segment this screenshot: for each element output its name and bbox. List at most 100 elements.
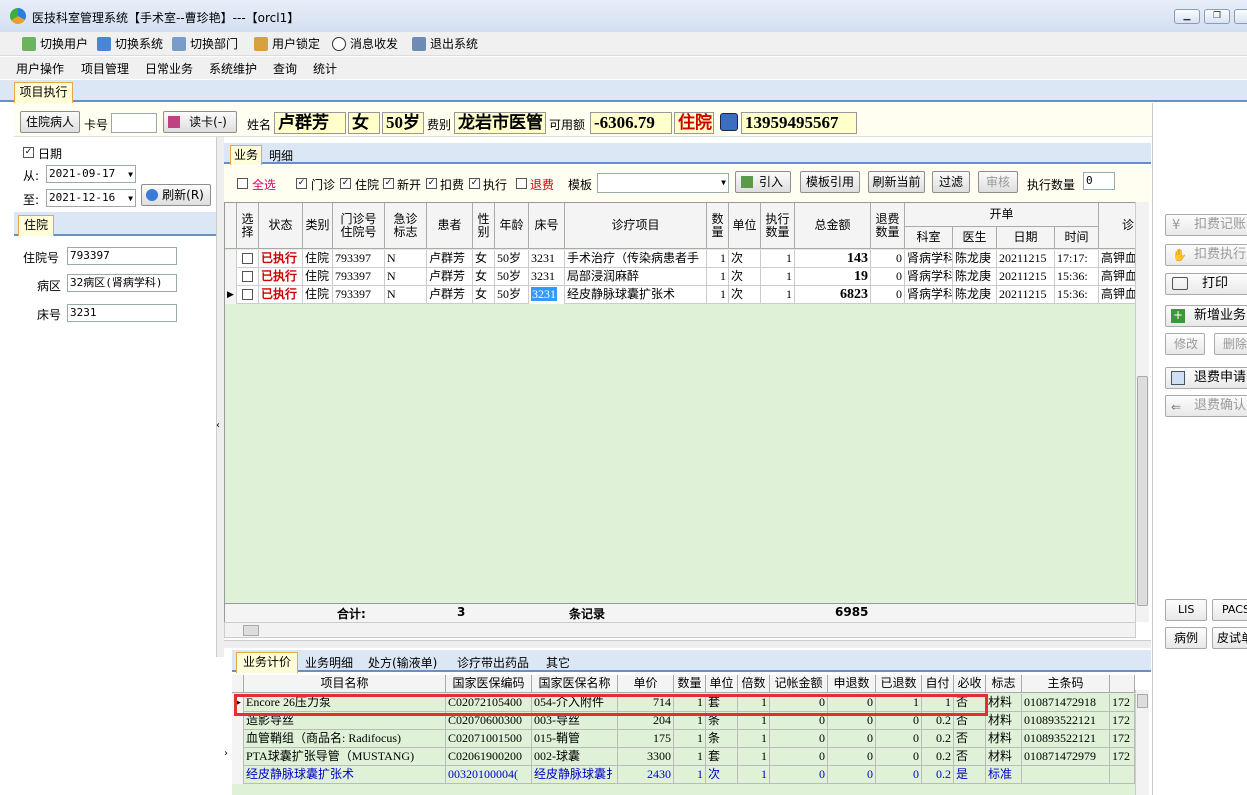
grid-horizontal-scrollbar[interactable] bbox=[224, 622, 1136, 638]
refresh-button[interactable]: 刷新(R) bbox=[141, 184, 211, 206]
refresh-current-button[interactable]: 刷新当前 bbox=[868, 171, 925, 193]
tab-business-detail[interactable]: 业务明细 bbox=[305, 654, 353, 671]
new-checkbox[interactable]: ✓ bbox=[383, 178, 394, 189]
minimize-button[interactable]: ▁ bbox=[1174, 9, 1200, 24]
pricing-row[interactable]: PTA球囊扩张导管（MUSTANG) C02061900200 002-球囊 3300… bbox=[232, 748, 1135, 766]
row-select-checkbox[interactable] bbox=[242, 253, 253, 264]
tab-prescription[interactable]: 处方(输液单) bbox=[368, 654, 437, 671]
delete-button[interactable]: 删除 bbox=[1214, 333, 1247, 355]
business-grid: 选择 状态 类别 门诊号 住院号 急诊 标志 患者 性别 年龄 床号 诊疗项目 … bbox=[224, 202, 1137, 622]
patient-name: 卢群芳 bbox=[274, 112, 346, 134]
menu-item-mgmt[interactable]: 项目管理 bbox=[81, 60, 129, 77]
to-date-select[interactable]: 2021-12-16 bbox=[46, 189, 136, 207]
menu-sys-maint[interactable]: 系统维护 bbox=[209, 60, 257, 77]
refund-checkbox[interactable] bbox=[516, 178, 527, 189]
tab-project-exec[interactable]: 项目执行 bbox=[14, 82, 73, 103]
charge-checkbox[interactable]: ✓ bbox=[426, 178, 437, 189]
import-button[interactable]: 引入 bbox=[735, 171, 791, 193]
bcell-barcode bbox=[1022, 766, 1110, 784]
read-card-button[interactable]: 读卡(-) bbox=[163, 111, 237, 133]
collapse-bottom-icon[interactable]: › bbox=[224, 748, 228, 759]
bed-label: 床号 bbox=[37, 308, 62, 322]
cell-urgent: N bbox=[385, 268, 427, 286]
tab-detail[interactable]: 明细 bbox=[269, 147, 293, 164]
bcell-flag: 材料 bbox=[986, 694, 1022, 712]
table-row[interactable]: ▶ 已执行 住院 793397 N 卢群芳女 50岁 3231 经皮静脉球囊扩张术 1 次 1 6823… bbox=[225, 286, 1137, 304]
lis-button[interactable]: LIS bbox=[1165, 599, 1207, 621]
inpatient-checkbox[interactable]: ✓ bbox=[340, 178, 351, 189]
exit-button[interactable]: 退出系统 bbox=[410, 34, 478, 54]
menu-query[interactable]: 查询 bbox=[273, 60, 297, 77]
select-all-checkbox[interactable] bbox=[237, 178, 248, 189]
cell-urgent: N bbox=[385, 250, 427, 268]
exit-icon bbox=[412, 37, 426, 51]
bed-input[interactable]: 3231 bbox=[67, 304, 177, 322]
pricing-row[interactable]: 血管鞘组（商品名: Radifocus) C02071001500 015-鞘管 17… bbox=[232, 730, 1135, 748]
splitter-horizontal[interactable] bbox=[224, 640, 1151, 648]
bcell-barcode: 010893522121 bbox=[1022, 730, 1110, 748]
maximize-button[interactable]: ❐ bbox=[1204, 9, 1230, 24]
col-doctor-header: 医生 bbox=[953, 227, 997, 249]
template-select[interactable] bbox=[597, 173, 729, 193]
scroll-thumb[interactable] bbox=[1137, 376, 1148, 606]
filter-button[interactable]: 过滤 bbox=[932, 171, 970, 193]
window-title: 医技科室管理系统【手术室--曹珍艳】---【orcl1】 bbox=[32, 11, 300, 25]
row-indicator bbox=[232, 730, 244, 748]
messages-button[interactable]: 消息收发 bbox=[330, 34, 398, 54]
close-button[interactable] bbox=[1234, 9, 1247, 24]
splitter[interactable] bbox=[216, 137, 224, 657]
modify-button[interactable]: 修改 bbox=[1165, 333, 1205, 355]
cell-type: 住院 bbox=[303, 250, 333, 268]
template-ref-button[interactable]: 模板引用 bbox=[800, 171, 860, 193]
table-row[interactable]: 已执行 住院 793397 N 卢群芳女 50岁 3231 手术治疗（传染病患者手 1 次 1 143… bbox=[225, 250, 1137, 268]
cell-exec-qty: 1 bbox=[761, 268, 795, 286]
date-checkbox[interactable]: ✓ bbox=[23, 147, 34, 158]
bottom-scroll-thumb[interactable] bbox=[1137, 694, 1148, 708]
audit-button[interactable]: 审核 bbox=[978, 171, 1018, 193]
col-diag-header: 诊 bbox=[1099, 203, 1137, 249]
hscroll-thumb[interactable] bbox=[243, 625, 259, 636]
bcol-req: 申退数 bbox=[828, 675, 876, 693]
bcell-barcode: 010893522121 bbox=[1022, 712, 1110, 730]
menu-stats[interactable]: 统计 bbox=[313, 60, 337, 77]
tab-other[interactable]: 其它 bbox=[546, 654, 570, 671]
ward-input[interactable]: 32病区(肾病学科) bbox=[67, 274, 177, 292]
row-select-checkbox[interactable] bbox=[242, 289, 253, 300]
pricing-grid: 项目名称 国家医保编码 国家医保名称 单价 数量 单位 倍数 记帐金额 申退数 … bbox=[232, 675, 1135, 795]
bottom-grid-scrollbar[interactable] bbox=[1135, 690, 1149, 795]
inpatient-button[interactable]: 住院病人 bbox=[20, 111, 80, 133]
switch-user-button[interactable]: 切换用户 bbox=[20, 34, 88, 54]
table-row[interactable]: 已执行 住院 793397 N 卢群芳女 50岁 3231 局部浸润麻醉 1 次 1 19 0 肾病学科陈… bbox=[225, 268, 1137, 286]
bcell-mult: 1 bbox=[738, 730, 770, 748]
bcell-extra: 172 bbox=[1110, 694, 1135, 712]
menu-daily[interactable]: 日常业务 bbox=[145, 60, 193, 77]
executed-checkbox[interactable]: ✓ bbox=[469, 178, 480, 189]
bcell-code: 00320100004( bbox=[446, 766, 532, 784]
case-button[interactable]: 病例 bbox=[1165, 627, 1207, 649]
lock-user-button[interactable]: 用户锁定 bbox=[252, 34, 320, 54]
section-inpatient-tab[interactable]: 住院 bbox=[18, 215, 54, 236]
row-select-checkbox[interactable] bbox=[242, 271, 253, 282]
row-indicator-header bbox=[225, 203, 237, 249]
menu-user-ops[interactable]: 用户操作 bbox=[16, 60, 64, 77]
tab-strip bbox=[0, 80, 1247, 102]
exec-qty-input[interactable]: 0 bbox=[1083, 172, 1115, 190]
tab-business[interactable]: 业务 bbox=[230, 145, 262, 165]
cell-dept: 肾病学科 bbox=[905, 286, 953, 304]
switch-dept-button[interactable]: 切换部门 bbox=[170, 34, 238, 54]
hosp-no-input[interactable]: 793397 bbox=[67, 247, 177, 265]
pricing-row[interactable]: 经皮静脉球囊扩张术 00320100004(经皮静脉球囊扌 2430 1 次 1 0 0 0 0.… bbox=[232, 766, 1135, 784]
lock-icon bbox=[254, 37, 268, 51]
pacs-button[interactable]: PACS bbox=[1212, 599, 1247, 621]
col-status-header: 状态 bbox=[259, 203, 303, 249]
grid-vertical-scrollbar[interactable] bbox=[1135, 202, 1149, 622]
skin-test-button[interactable]: 皮试单 bbox=[1212, 627, 1247, 649]
card-input[interactable] bbox=[111, 113, 157, 133]
cell-bed: 3231 bbox=[529, 250, 565, 268]
switch-system-button[interactable]: 切换系统 bbox=[95, 34, 163, 54]
tab-business-pricing[interactable]: 业务计价 bbox=[236, 652, 298, 673]
from-date-select[interactable]: 2021-09-17 bbox=[46, 165, 136, 183]
tab-drugs[interactable]: 诊疗带出药品 bbox=[457, 654, 529, 671]
outpatient-checkbox[interactable]: ✓ bbox=[296, 178, 307, 189]
collapse-left-icon[interactable]: ‹ bbox=[216, 420, 220, 431]
